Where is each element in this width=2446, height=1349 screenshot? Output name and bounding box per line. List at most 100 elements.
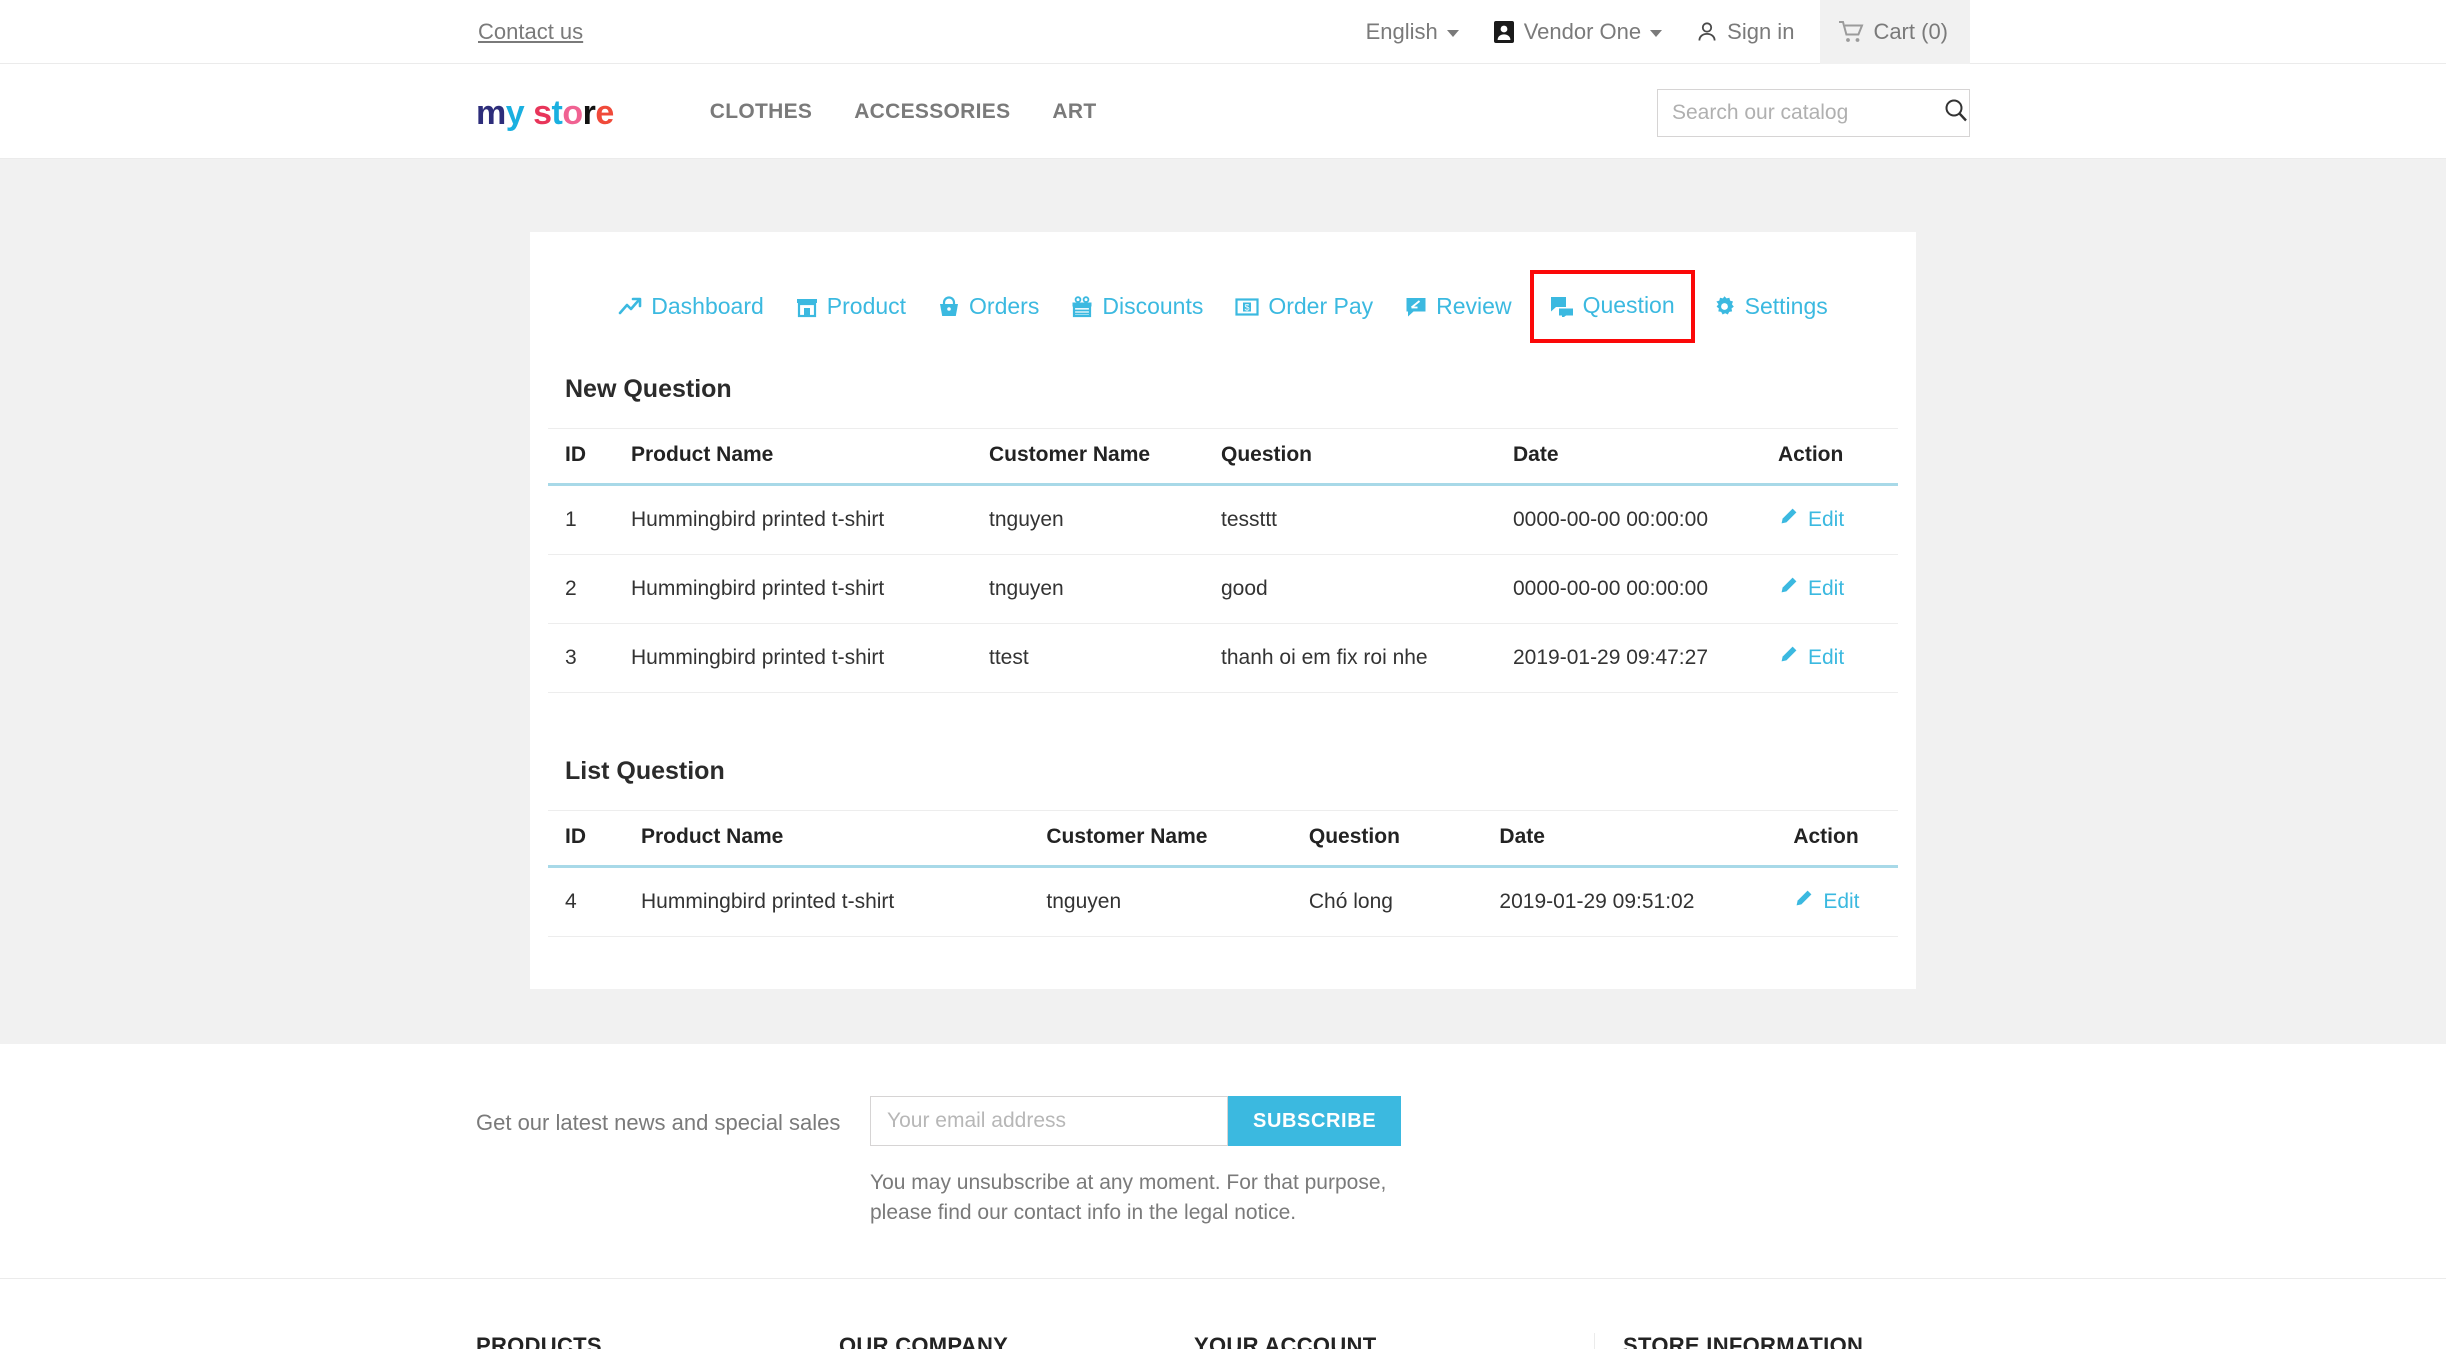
logo-part-5: o: [562, 93, 583, 132]
cell-id: 2: [548, 554, 614, 624]
vendor-menu[interactable]: Vendor One: [1493, 0, 1663, 64]
top-bar: Contact us English Vendor One Sign in Ca…: [0, 0, 2446, 64]
main-menu: CLOTHES ACCESSORIES ART: [710, 100, 1097, 124]
cell-id: 3: [548, 623, 614, 693]
user-badge-icon: [1493, 20, 1515, 44]
footer-column-your-account: YOUR ACCOUNT Personal info Orders Credit…: [1194, 1333, 1594, 1349]
edit-button[interactable]: Edit: [1778, 645, 1844, 671]
column-header-customer-name: Customer Name: [972, 428, 1204, 486]
logo-part-4: t: [551, 93, 563, 132]
cell-date: 0000-00-00 00:00:00: [1496, 554, 1761, 624]
newsletter-section: Get our latest news and special sales SU…: [0, 1044, 2446, 1279]
cell-customer-name: tnguyen: [972, 554, 1204, 624]
column-header-product-name: Product Name: [624, 810, 1030, 868]
cell-date: 2019-01-29 09:47:27: [1496, 623, 1761, 693]
column-header-question: Question: [1204, 428, 1496, 486]
tab-label: Dashboard: [651, 293, 764, 319]
cart-label: Cart (0): [1873, 18, 1948, 44]
tab-review[interactable]: Review: [1389, 283, 1527, 330]
cell-date: 2019-01-29 09:51:02: [1482, 866, 1777, 937]
search-input[interactable]: [1672, 101, 1943, 125]
tab-question[interactable]: Question: [1529, 270, 1695, 343]
cell-customer-name: ttest: [972, 623, 1204, 693]
trending-up-icon: [618, 296, 642, 318]
language-selector[interactable]: English: [1366, 0, 1459, 64]
column-header-action: Action: [1761, 428, 1898, 486]
cell-question: Chó long: [1291, 866, 1483, 937]
new-question-table: ID Product Name Customer Name Question D…: [548, 428, 1898, 693]
newsletter-note: You may unsubscribe at any moment. For t…: [870, 1171, 1387, 1224]
tab-label: Product: [826, 293, 907, 319]
search-icon[interactable]: [1943, 97, 1969, 129]
site-header: my store CLOTHES ACCESSORIES ART: [0, 64, 2446, 159]
table-header-row: ID Product Name Customer Name Question D…: [548, 810, 1898, 868]
logo-part-1: m: [476, 93, 506, 132]
edit-label: Edit: [1823, 890, 1860, 913]
cell-action: Edit: [1761, 623, 1898, 693]
tab-product[interactable]: Product: [780, 283, 922, 330]
edit-button[interactable]: Edit: [1778, 507, 1844, 533]
newsletter-label: Get our latest news and special sales: [476, 1110, 841, 1135]
search-box[interactable]: [1657, 89, 1970, 137]
cart-button[interactable]: Cart (0): [1820, 0, 1970, 64]
column-header-product-name: Product Name: [614, 428, 972, 486]
column-header-customer-name: Customer Name: [1029, 810, 1292, 868]
contact-us-link[interactable]: Contact us: [476, 19, 583, 45]
tab-label: Orders: [969, 293, 1040, 319]
subscribe-button[interactable]: SUBSCRIBE: [1228, 1096, 1402, 1146]
table-header-row: ID Product Name Customer Name Question D…: [548, 428, 1898, 486]
edit-button[interactable]: Edit: [1793, 889, 1860, 915]
pencil-icon: [1778, 576, 1798, 602]
edit-label: Edit: [1808, 577, 1845, 600]
tab-label: Order Pay: [1268, 293, 1374, 319]
list-question-title: List Question: [565, 757, 725, 785]
language-label: English: [1365, 18, 1438, 44]
table-row: 1 Hummingbird printed t-shirt tnguyen te…: [548, 484, 1898, 555]
menu-item-clothes[interactable]: CLOTHES: [710, 100, 812, 124]
footer-heading-our-company: OUR COMPANY: [839, 1332, 1009, 1349]
user-icon: [1696, 20, 1718, 44]
edit-button[interactable]: Edit: [1778, 576, 1844, 602]
site-logo[interactable]: my store: [476, 96, 614, 130]
menu-item-accessories[interactable]: ACCESSORIES: [854, 100, 1010, 124]
column-header-id: ID: [548, 810, 624, 868]
cell-action: Edit: [1761, 554, 1898, 624]
footer-heading-store-information: STORE INFORMATION: [1623, 1332, 1864, 1349]
list-question-table: ID Product Name Customer Name Question D…: [548, 810, 1898, 937]
cell-customer-name: tnguyen: [1029, 866, 1292, 937]
tab-discounts[interactable]: Discounts: [1055, 283, 1219, 330]
tab-order-pay[interactable]: $ Order Pay: [1219, 283, 1389, 330]
edit-label: Edit: [1808, 646, 1845, 669]
cell-product-name: Hummingbird printed t-shirt: [624, 866, 1030, 937]
tab-dashboard[interactable]: Dashboard: [602, 283, 780, 330]
chevron-down-icon: [1446, 30, 1459, 37]
footer-column-our-company: OUR COMPANY Delivery Legal Notice Terms …: [839, 1333, 1194, 1349]
comment-icon: [1405, 296, 1427, 318]
cell-product-name: Hummingbird printed t-shirt: [614, 623, 972, 693]
column-header-question: Question: [1291, 810, 1483, 868]
cell-action: Edit: [1776, 866, 1898, 937]
cell-product-name: Hummingbird printed t-shirt: [614, 484, 972, 555]
newsletter-form: SUBSCRIBE You may unsubscribe at any mom…: [870, 1096, 1402, 1228]
table-row: 2 Hummingbird printed t-shirt tnguyen go…: [548, 554, 1898, 624]
gear-icon: [1713, 295, 1736, 318]
newsletter-email-input[interactable]: [870, 1096, 1228, 1146]
cell-question: tessttt: [1204, 484, 1496, 555]
cell-id: 4: [548, 866, 624, 937]
money-icon: $: [1235, 296, 1259, 318]
vendor-label: Vendor One: [1523, 18, 1642, 44]
tab-orders[interactable]: Orders: [922, 283, 1055, 330]
gift-icon: [1071, 295, 1093, 318]
pencil-icon: [1778, 507, 1798, 533]
cell-customer-name: tnguyen: [972, 484, 1204, 555]
footer-heading-your-account: YOUR ACCOUNT: [1194, 1332, 1377, 1349]
menu-item-art[interactable]: ART: [1052, 100, 1096, 124]
table-row: 4 Hummingbird printed t-shirt tnguyen Ch…: [548, 866, 1898, 937]
sign-in-label: Sign in: [1727, 18, 1795, 44]
new-question-title: New Question: [565, 375, 732, 403]
tab-settings[interactable]: Settings: [1697, 283, 1844, 330]
sign-in-link[interactable]: Sign in: [1696, 0, 1794, 64]
basket-icon: [938, 295, 960, 318]
column-header-id: ID: [548, 428, 614, 486]
vendor-tab-bar: Dashboard Product Orders Discounts $ Ord…: [548, 232, 1898, 353]
